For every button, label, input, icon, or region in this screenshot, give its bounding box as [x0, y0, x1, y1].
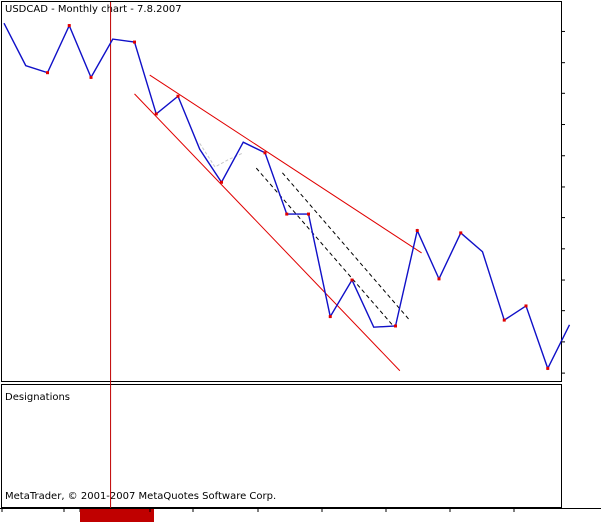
indicator-title: Designations	[5, 392, 70, 403]
price-point-marker	[546, 366, 550, 370]
price-point-marker	[524, 304, 528, 308]
price-point-marker	[89, 75, 93, 79]
price-point-marker	[502, 318, 506, 322]
price-point-marker	[176, 94, 180, 98]
price-point-marker	[350, 278, 354, 282]
price-point-marker	[133, 40, 136, 44]
price-point-marker	[394, 324, 397, 328]
price-point-marker	[328, 315, 332, 319]
price-point-marker	[437, 277, 441, 281]
price-point-marker	[220, 180, 223, 184]
copyright-footer: MetaTrader, © 2001-2007 MetaQuotes Softw…	[5, 491, 276, 502]
time-cursor-highlight	[80, 509, 154, 522]
price-point-marker	[46, 71, 49, 75]
price-point-marker	[415, 229, 419, 233]
price-point-marker	[459, 231, 463, 235]
usdcad-monthly-chart[interactable]: USDCAD - Monthly chart - 7.8.2007 Design…	[0, 0, 601, 523]
price-point-marker	[67, 24, 71, 28]
price-point-marker	[285, 212, 289, 216]
price-point-marker	[307, 212, 310, 216]
chart-title: USDCAD - Monthly chart - 7.8.2007	[5, 4, 182, 15]
terminal-chart-window[interactable]: USDCAD - Monthly chart - 7.8.2007 Design…	[0, 0, 601, 523]
price-point-marker	[263, 151, 267, 155]
price-point-marker	[154, 112, 158, 116]
